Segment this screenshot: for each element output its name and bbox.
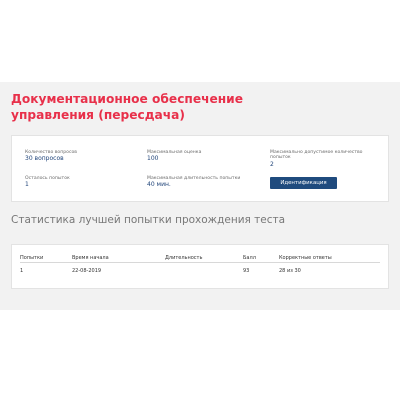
attempts-left-value: 1 (25, 181, 29, 189)
questions-count-value: 30 вопросов (25, 155, 64, 163)
table-row: 1 22-08-2019 93 28 из 30 (20, 263, 380, 279)
identification-button[interactable]: Идентификация (270, 177, 337, 189)
test-title: Документационное обеспечение управления … (11, 92, 243, 122)
max-attempts: Максимально допустимое количество попыто… (270, 150, 382, 168)
page: Документационное обеспечение управления … (0, 0, 400, 400)
attempts-left: Осталось попыток 1 (25, 176, 143, 189)
cell-attempt: 1 (20, 267, 24, 274)
table-header-row: Попытки Время начала Длительность Балл К… (20, 253, 380, 263)
max-duration-value: 40 мин. (147, 181, 171, 189)
cell-duration (165, 263, 243, 279)
max-score: Максимальная оценка 100 (147, 150, 265, 163)
max-score-value: 100 (147, 155, 159, 163)
column-header-attempts: Попытки (20, 253, 72, 263)
questions-count: Количество вопросов 30 вопросов (25, 150, 143, 163)
cell-score: 93 (243, 267, 250, 274)
max-attempts-label: Максимально допустимое количество попыто… (270, 150, 363, 161)
stats-card: Попытки Время начала Длительность Балл К… (11, 244, 389, 289)
stats-heading: Статистика лучшей попытки прохождения те… (11, 214, 286, 226)
column-header-start-time: Время начала (72, 253, 165, 263)
max-duration: Максимальная длительность попытки 40 мин… (147, 176, 265, 189)
cell-start-time: 22-08-2019 (72, 267, 102, 274)
results-table: Попытки Время начала Длительность Балл К… (20, 253, 380, 278)
column-header-correct-answers: Корректные ответы (279, 253, 380, 263)
cell-correct-answers: 28 из 30 (279, 267, 301, 274)
column-header-duration: Длительность (165, 253, 243, 263)
max-attempts-value: 2 (270, 160, 274, 168)
column-header-score: Балл (243, 253, 279, 263)
test-info-card: Количество вопросов 30 вопросов Максимал… (11, 135, 389, 202)
